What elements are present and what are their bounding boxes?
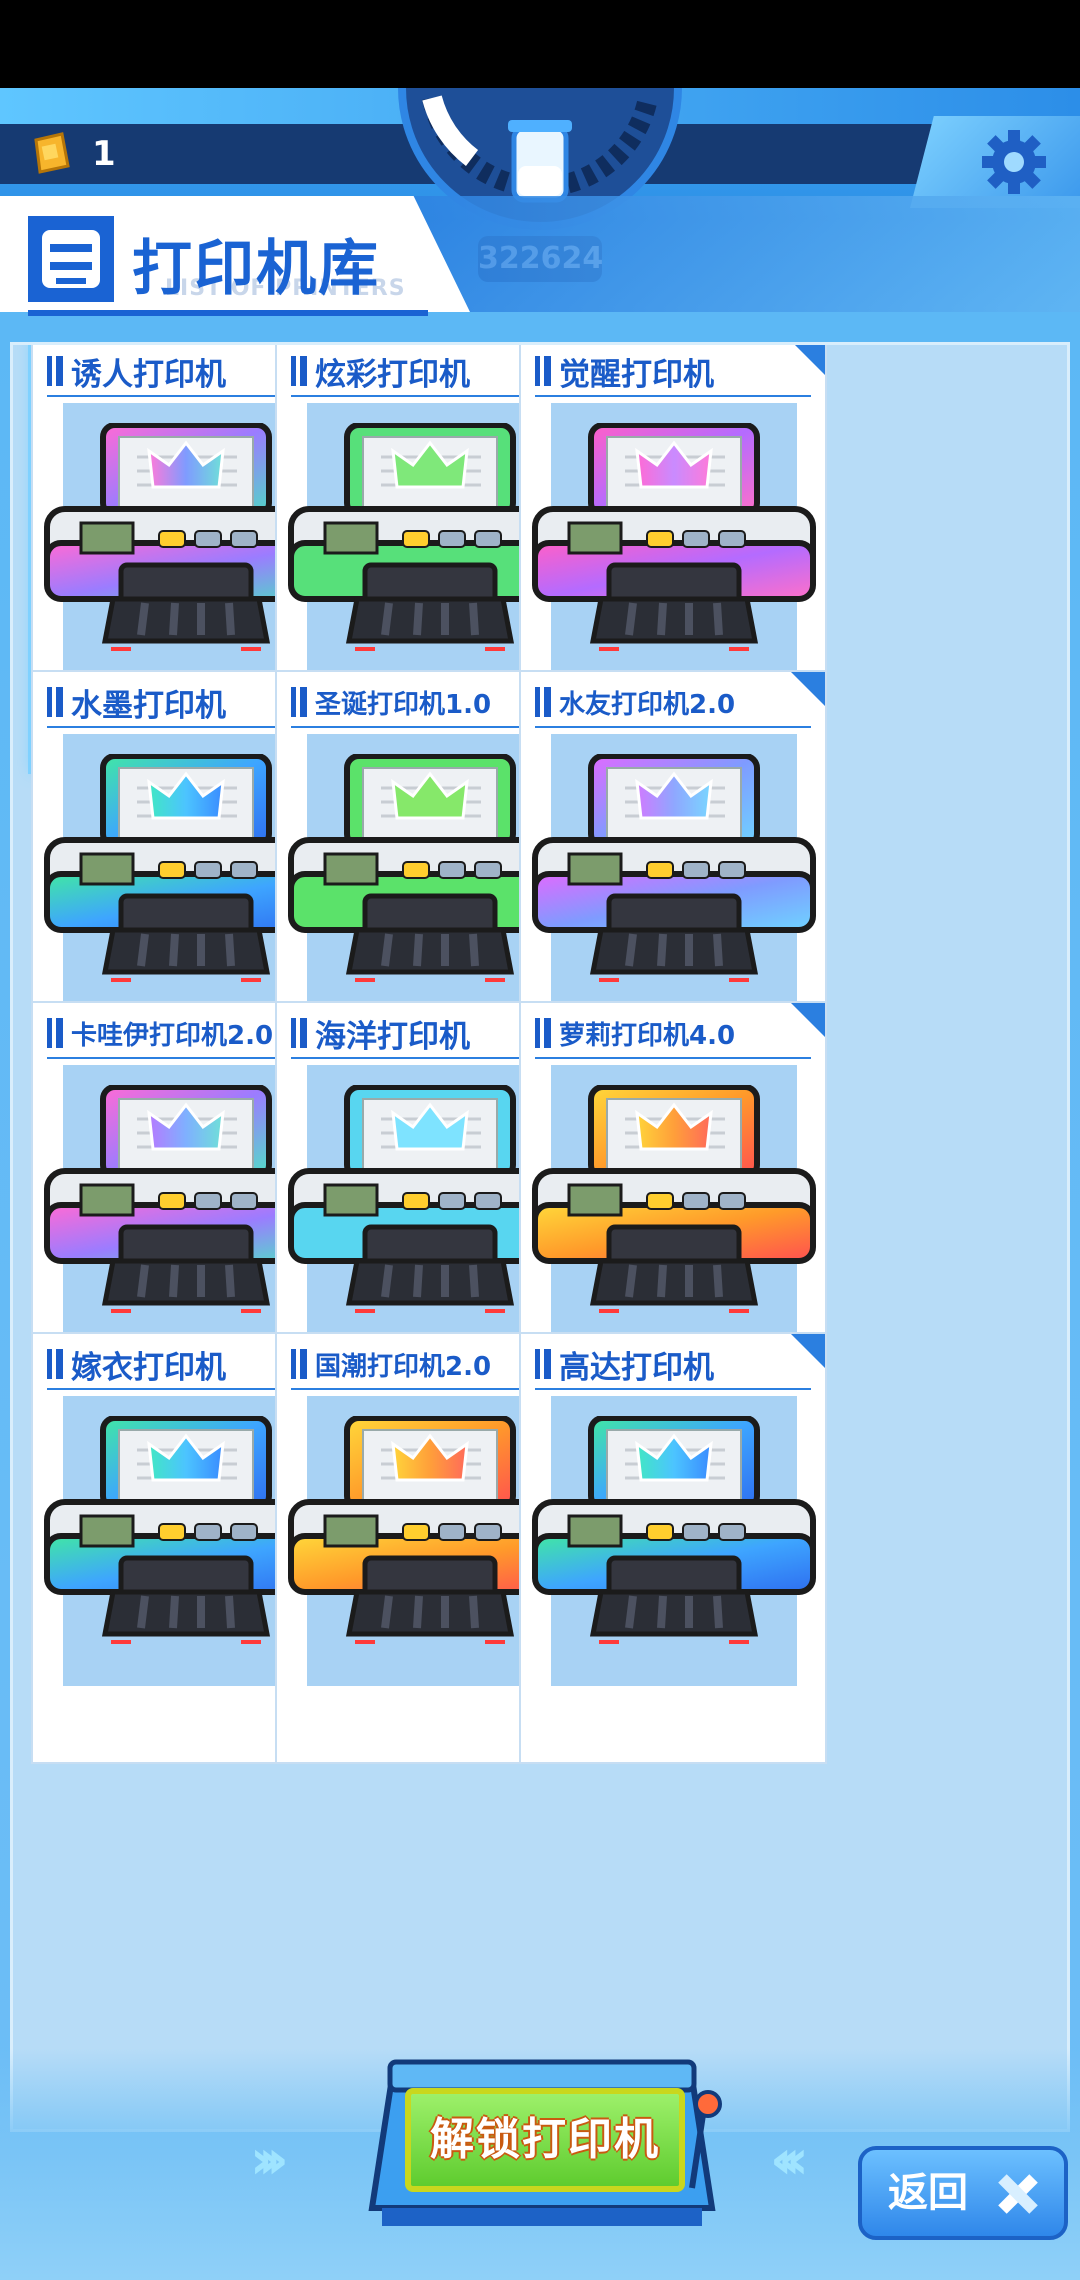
printer-name-text: 圣诞打印机1.0 [315,689,492,720]
title-bars-icon [535,687,551,717]
printer-icon [532,1085,816,1313]
title-bars-icon [291,1349,307,1379]
printer-name: 圣诞打印机1.0 [291,680,491,724]
title-bars-icon [291,1018,307,1048]
printer-name-text: 水墨打印机 [71,687,226,724]
printer-illustration [532,403,816,693]
printer-name: 觉醒打印机 [535,349,714,393]
title-bars-icon [535,1349,551,1379]
printer-name-text: 高达打印机 [559,1349,714,1386]
printer-illustration [532,1396,816,1686]
card-corner-decor [791,345,825,375]
card-corner-decor [791,1003,825,1037]
printer-name: 嫁衣打印机 [47,1342,226,1386]
gear-icon[interactable] [978,126,1050,198]
printer-name-text: 卡哇伊打印机2.0 [71,1020,274,1051]
printer-name: 萝莉打印机4.0 [535,1011,735,1055]
printer-name-text: 萝莉打印机4.0 [559,1020,736,1051]
status-bar [0,0,1080,88]
title-bars-icon [47,1018,63,1048]
card-corner-decor [791,672,825,706]
printer-name: 卡哇伊打印机2.0 [47,1011,273,1055]
printer-name: 水墨打印机 [47,680,226,724]
printer-name-text: 觉醒打印机 [559,356,714,393]
page-title: 打印机库 [132,234,380,304]
hammer-icon [998,2174,1038,2214]
card-divider [535,395,811,397]
printer-name-text: 水友打印机2.0 [559,689,736,720]
printer-name-text: 海洋打印机 [315,1018,470,1055]
title-bars-icon [535,1018,551,1048]
printer-icon [532,1416,816,1644]
back-button[interactable]: 返回 [858,2146,1068,2240]
printer-name: 诱人打印机 [47,349,226,393]
card-divider [535,1057,811,1059]
printer-grid-panel: 诱人打印机使用中炫彩打印机装备觉醒打印机装备水墨打印机装备圣诞打印机1.0装备水… [10,342,1070,2132]
printer-illustration [288,1396,572,1686]
printer-illustration [288,1065,572,1355]
printer-illustration [44,734,328,1024]
ticket-coin-icon [34,132,70,174]
title-bars-icon [47,356,63,386]
back-button-label: 返回 [888,2170,968,2216]
card-corner-decor [791,1334,825,1368]
printer-name-text: 国潮打印机2.0 [315,1351,492,1382]
printer-illustration [44,1396,328,1686]
title-bars-icon [535,356,551,386]
title-bars-icon [291,356,307,386]
printer-card[interactable]: 高达打印机 [519,1332,827,1764]
title-banner-accent [360,196,1080,312]
printer-library-screen: 1 322624 LIST OF PRINTERS 打印机库 [0,88,1080,2280]
title-underline [28,310,428,316]
chevron-right-decor: ‹‹‹ [770,2128,809,2191]
printer-name: 海洋打印机 [291,1011,470,1055]
printer-name: 国潮打印机2.0 [291,1342,491,1386]
printer-illustration [288,734,572,1024]
coin-count: 1 [92,134,116,174]
printer-illustration [44,1065,328,1355]
title-bars-icon [47,1349,63,1379]
printer-grid: 诱人打印机使用中炫彩打印机装备觉醒打印机装备水墨打印机装备圣诞打印机1.0装备水… [13,345,1067,2129]
printer-illustration [44,403,328,693]
chevron-left-decor: ››› [250,2128,289,2191]
printer-name-text: 诱人打印机 [71,356,226,393]
printer-illustration [288,403,572,693]
title-bars-icon [47,687,63,717]
printer-illustration [532,1065,816,1355]
printer-name: 炫彩打印机 [291,349,470,393]
card-divider [535,1388,811,1390]
printer-icon [28,216,114,302]
printer-name-text: 嫁衣打印机 [71,1349,226,1386]
printer-illustration [532,734,816,1024]
unlock-printer-button[interactable]: 解锁打印机 [405,2088,685,2192]
card-divider [535,726,811,728]
printer-name: 水友打印机2.0 [535,680,735,724]
title-bars-icon [291,687,307,717]
printer-icon [532,423,816,651]
printer-icon [532,754,816,982]
printer-name: 高达打印机 [535,1342,714,1386]
printer-name-text: 炫彩打印机 [315,356,470,393]
